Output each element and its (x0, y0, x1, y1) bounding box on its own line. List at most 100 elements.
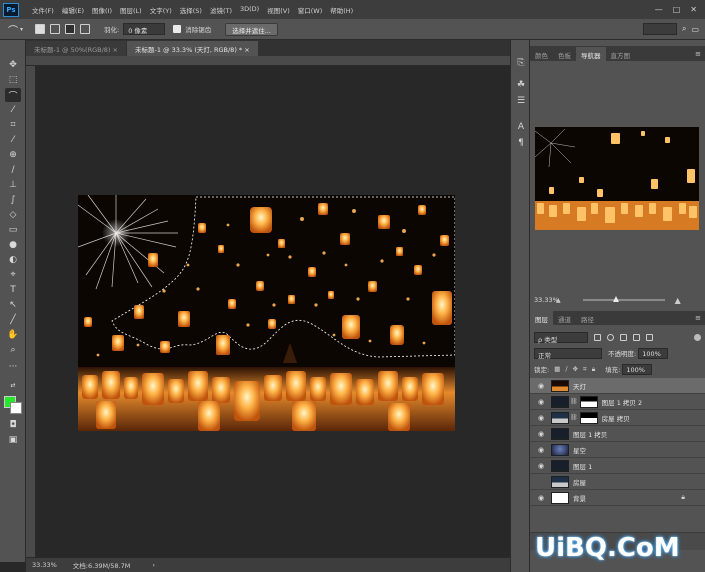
quick-select-tool-icon[interactable]: ⁄ (5, 103, 21, 117)
lock-artboard-icon[interactable]: ⌗ (583, 365, 587, 374)
visibility-eye-icon[interactable]: ◉ (535, 462, 547, 470)
stamp-tool-icon[interactable]: ⊥ (5, 178, 21, 192)
lock-transparent-icon[interactable]: ▦ (554, 365, 560, 373)
fill-input[interactable]: 100% (622, 363, 653, 375)
layer-kind-filter[interactable]: ρ 类型 (534, 331, 588, 344)
search-icon[interactable]: ⌕ (682, 24, 686, 34)
pen-tool-icon[interactable]: ⌖ (5, 268, 21, 282)
lasso-preset-icon[interactable]: ⌒ (8, 22, 18, 37)
layer-row-layer1[interactable]: ◉ 图层 1 (530, 458, 705, 474)
chevron-down-icon[interactable]: ▾ (20, 26, 23, 33)
tab-paths[interactable]: 路径 (576, 311, 599, 325)
menu-image[interactable]: 图像(I) (88, 5, 116, 15)
visibility-eye-icon[interactable]: ◉ (535, 494, 547, 502)
status-arrow-icon[interactable]: › (152, 561, 155, 569)
filter-smart-object-icon[interactable] (646, 333, 653, 341)
history-brush-tool-icon[interactable]: ∫ (5, 193, 21, 207)
brush-tool-icon[interactable]: ∕ (5, 163, 21, 177)
layer-row-house[interactable]: ◉ 房屋 (530, 474, 705, 490)
zoom-out-icon[interactable]: ▲ (556, 297, 561, 304)
visibility-eye-icon[interactable]: ◉ (535, 430, 547, 438)
close-button[interactable]: ✕ (690, 5, 697, 14)
menu-file[interactable]: 文件(F) (28, 5, 58, 15)
move-tool-icon[interactable]: ✥ (5, 58, 21, 72)
blend-mode-select[interactable]: 正常 (534, 347, 602, 360)
layer-row-layer1-copy2[interactable]: ◉ ⛓︎ 图层 1 拷贝 2 (530, 394, 705, 410)
layer-mask-thumbnail[interactable] (579, 411, 598, 424)
menu-select[interactable]: 选择(S) (176, 5, 206, 15)
minimize-button[interactable]: — (655, 5, 663, 14)
swap-colors-icon[interactable]: ⇄ (5, 378, 21, 392)
layer-name[interactable]: 背景 (573, 493, 586, 503)
healing-tool-icon[interactable]: ⊕ (5, 148, 21, 162)
type-tool-icon[interactable]: T (5, 283, 21, 297)
filter-adjustment-icon[interactable] (607, 333, 614, 341)
layer-name[interactable]: 图层 1 拷贝 (573, 429, 607, 439)
panel-menu-icon[interactable]: ≡ (695, 50, 701, 58)
menu-help[interactable]: 帮助(H) (326, 5, 357, 15)
layer-name[interactable]: 星空 (573, 445, 586, 455)
menu-window[interactable]: 窗口(W) (294, 5, 327, 15)
layer-row-starry-sky[interactable]: ◉ 星空 (530, 442, 705, 458)
layer-name[interactable]: 天灯 (573, 381, 586, 391)
menu-view[interactable]: 视图(V) (263, 5, 294, 15)
filter-shape-icon[interactable] (633, 333, 640, 341)
menu-3d[interactable]: 3D(D) (236, 5, 263, 15)
lasso-tool-icon[interactable]: ⌒ (5, 88, 21, 102)
filter-toggle-icon[interactable] (694, 333, 701, 341)
marquee-tool-icon[interactable]: ⬚ (5, 73, 21, 87)
zoom-in-icon[interactable]: ▲ (675, 296, 681, 305)
history-panel-icon[interactable]: ⎘ (514, 56, 528, 70)
blur-tool-icon[interactable]: ● (5, 238, 21, 252)
canvas-area[interactable] (36, 66, 528, 557)
adjustments-panel-icon[interactable]: ☘ (514, 78, 528, 92)
add-selection-icon[interactable] (50, 24, 61, 34)
navigator-zoom-slider[interactable] (582, 296, 665, 302)
new-selection-icon[interactable] (35, 24, 46, 34)
menu-edit[interactable]: 编辑(E) (58, 5, 88, 15)
menu-filter[interactable]: 滤镜(T) (206, 5, 236, 15)
visibility-eye-icon[interactable]: ◉ (535, 446, 547, 454)
visibility-eye-icon[interactable]: ◉ (535, 478, 547, 486)
visibility-eye-icon[interactable]: ◉ (535, 414, 547, 422)
filter-type-icon[interactable] (620, 333, 627, 341)
visibility-eye-icon[interactable]: ◉ (535, 382, 547, 390)
intersect-selection-icon[interactable] (80, 24, 91, 34)
quick-mask-icon[interactable]: ◘ (5, 418, 21, 432)
properties-panel-icon[interactable]: ☰ (514, 94, 528, 108)
layer-name[interactable]: 图层 1 拷贝 2 (602, 397, 642, 407)
tab-layers[interactable]: 图层 (530, 311, 553, 325)
tab-color[interactable]: 颜色 (530, 47, 553, 61)
opacity-input[interactable]: 100% (638, 347, 669, 359)
eyedropper-tool-icon[interactable]: ⁄ (5, 133, 21, 147)
zoom-slider-knob[interactable] (612, 296, 619, 302)
filter-pixel-icon[interactable] (594, 333, 601, 341)
layer-row-lanterns[interactable]: ◉ 天灯 (530, 378, 705, 394)
visibility-eye-icon[interactable]: ◉ (535, 398, 547, 406)
layer-name[interactable]: 房屋 (573, 477, 586, 487)
tab-histogram[interactable]: 直方图 (606, 47, 636, 61)
layers-menu-icon[interactable]: ≡ (695, 314, 701, 322)
tab-navigator[interactable]: 导航器 (576, 47, 606, 61)
dodge-tool-icon[interactable]: ◐ (5, 253, 21, 267)
lock-all-icon[interactable]: 🔒︎ (592, 365, 595, 374)
layer-row-background[interactable]: ◉ 背景 🔒︎ (530, 490, 705, 506)
tab-document-2[interactable]: 未标题-1 @ 33.3% (天灯, RGB/8) * × (126, 41, 258, 56)
lock-image-icon[interactable]: ∕ (565, 365, 567, 373)
subtract-selection-icon[interactable] (65, 24, 76, 34)
zoom-readout[interactable]: 33.33% (32, 561, 57, 569)
gradient-tool-icon[interactable]: ▭ (5, 223, 21, 237)
antialias-checkbox[interactable] (173, 25, 182, 33)
paragraph-panel-icon[interactable]: ¶ (514, 136, 528, 150)
menu-layer[interactable]: 图层(L) (116, 5, 146, 15)
menu-type[interactable]: 文字(Y) (146, 5, 176, 15)
navigator-thumbnail[interactable] (535, 127, 699, 230)
workspace-icon[interactable]: ▭ (691, 25, 699, 34)
workspace-select[interactable] (642, 23, 677, 35)
maximize-button[interactable]: □ (673, 5, 681, 14)
layer-row-layer1-copy[interactable]: ◉ 图层 1 拷贝 (530, 426, 705, 442)
background-color-swatch[interactable] (10, 402, 22, 414)
crop-tool-icon[interactable]: ⌗ (5, 118, 21, 132)
navigator-zoom-value[interactable]: 33.33% (534, 296, 559, 304)
zoom-tool-icon[interactable]: ⌕ (5, 343, 21, 357)
